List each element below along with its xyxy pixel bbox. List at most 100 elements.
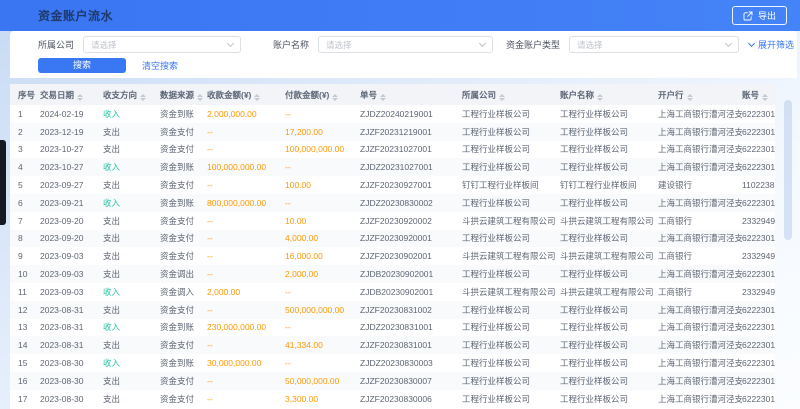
cell-bank: 上海工商银行漕河泾支行: [658, 105, 742, 123]
sort-asc-caret: [140, 94, 146, 97]
sort-desc-caret: [77, 98, 83, 101]
cell-date: 2023-09-03: [40, 265, 103, 283]
cell-account: 斗拱云建筑工程有限公司: [560, 247, 658, 265]
sort-desc-caret: [762, 98, 768, 101]
cell-company: 工程行业样板公司: [462, 123, 560, 141]
sort-asc-caret: [687, 94, 693, 97]
column-header-7[interactable]: 所属公司: [462, 84, 560, 105]
cell-receipt: 230,000,000.00: [207, 319, 285, 337]
filter-select-2[interactable]: 请选择: [569, 36, 739, 53]
sort-asc-caret: [77, 94, 83, 97]
column-header-1[interactable]: 交易日期: [40, 84, 103, 105]
cell-number: 622230111: [742, 319, 775, 337]
cell-no: 3: [10, 141, 40, 159]
cell-payment: --: [285, 319, 360, 337]
cell-no: 11: [10, 283, 40, 301]
search-button[interactable]: 搜索: [38, 58, 126, 73]
filter-group-1: 账户名称请选择: [273, 36, 493, 53]
cell-date: 2023-08-30: [40, 372, 103, 390]
table-row: 32023-10-27支出资金支付--100,000,000.00ZJZF202…: [10, 141, 775, 159]
filter-select-0[interactable]: 请选择: [83, 36, 241, 53]
cell-source: 资金调出: [160, 265, 207, 283]
cell-payment: 2,000.00: [285, 265, 360, 283]
cell-order: ZJDZ20231027001: [360, 158, 462, 176]
cell-date: 2023-09-03: [40, 283, 103, 301]
cell-payment: --: [285, 105, 360, 123]
cell-no: 14: [10, 336, 40, 354]
column-header-2[interactable]: 收支方向: [103, 84, 160, 105]
table-row: 92023-09-03支出资金支付--16,000.00ZJZF20230902…: [10, 247, 775, 265]
cell-company: 斗拱云建筑工程有限公司: [462, 212, 560, 230]
export-button[interactable]: 导出: [732, 6, 787, 25]
cell-receipt: --: [207, 390, 285, 408]
cell-account: 钉钉工程行业样板间: [560, 176, 658, 194]
cell-payment: --: [285, 354, 360, 372]
cell-no: 9: [10, 247, 40, 265]
cell-company: 工程行业样板公司: [462, 194, 560, 212]
sort-icon: [254, 94, 260, 101]
cell-account: 工程行业样板公司: [560, 354, 658, 372]
cell-no: 16: [10, 372, 40, 390]
cell-source: 资金支付: [160, 123, 207, 141]
cell-date: 2023-10-27: [40, 141, 103, 159]
sort-desc-caret: [332, 98, 338, 101]
cell-number: 233294994: [742, 212, 775, 230]
column-header-6[interactable]: 单号: [360, 84, 462, 105]
column-header-8[interactable]: 账户名称: [560, 84, 658, 105]
column-header-5[interactable]: 付款金额(¥): [285, 84, 360, 105]
cell-account: 工程行业样板公司: [560, 230, 658, 248]
filter-select-1[interactable]: 请选择: [318, 36, 493, 53]
cell-order: ZJDZ20230830002: [360, 194, 462, 212]
column-header-10[interactable]: 账号: [742, 84, 775, 105]
sort-asc-caret: [332, 94, 338, 97]
cell-order: ZJZF20230831002: [360, 301, 462, 319]
cell-date: 2023-09-21: [40, 194, 103, 212]
cell-date: 2023-08-31: [40, 319, 103, 337]
cell-source: 资金到账: [160, 354, 207, 372]
cell-account: 斗拱云建筑工程有限公司: [560, 212, 658, 230]
cell-bank: 建设银行: [658, 176, 742, 194]
cell-number: 622230111: [742, 372, 775, 390]
cell-receipt: --: [207, 265, 285, 283]
cell-source: 资金调入: [160, 283, 207, 301]
cell-date: 2023-08-31: [40, 301, 103, 319]
sort-desc-caret: [380, 98, 386, 101]
table-row: 152023-08-30收入资金到账30,000,000.00--ZJDZ202…: [10, 354, 775, 372]
filter-group-2: 资金账户类型请选择: [506, 36, 739, 53]
cell-date: 2023-09-27: [40, 176, 103, 194]
cell-no: 15: [10, 354, 40, 372]
cell-date: 2023-12-19: [40, 123, 103, 141]
sort-desc-caret: [687, 98, 693, 101]
column-header-3[interactable]: 数据来源: [160, 84, 207, 105]
column-header-4[interactable]: 收款金额(¥): [207, 84, 285, 105]
cell-direction: 支出: [103, 372, 160, 390]
cell-no: 2: [10, 123, 40, 141]
sort-asc-caret: [499, 94, 505, 97]
left-edge-strip: [0, 140, 6, 225]
cell-account: 工程行业样板公司: [560, 194, 658, 212]
expand-filters-link[interactable]: 展开筛选: [749, 38, 794, 51]
cell-receipt: --: [207, 123, 285, 141]
sort-asc-caret: [254, 94, 260, 97]
clear-search-link[interactable]: 清空搜索: [142, 59, 178, 72]
table-row: 12024-02-19收入资金到账2,000,000.00--ZJDZ20240…: [10, 105, 775, 123]
cell-source: 资金到账: [160, 158, 207, 176]
filter-label: 资金账户类型: [506, 38, 560, 51]
table-row: 72023-09-20支出资金支付--10.00ZJZF20230920002斗…: [10, 212, 775, 230]
scrollbar-thumb[interactable]: [784, 100, 792, 240]
cell-number: 622230111: [742, 354, 775, 372]
cell-number: 622230111: [742, 194, 775, 212]
cell-direction: 收入: [103, 354, 160, 372]
cell-order: ZJDZ20230831001: [360, 319, 462, 337]
select-placeholder: 请选择: [326, 39, 352, 51]
sort-asc-caret: [197, 94, 203, 97]
cell-no: 13: [10, 319, 40, 337]
column-header-0: 序号: [10, 84, 40, 105]
column-header-9[interactable]: 开户行: [658, 84, 742, 105]
flow-table: 序号交易日期收支方向数据来源收款金额(¥)付款金额(¥)单号所属公司账户名称开户…: [10, 84, 775, 408]
cell-receipt: --: [207, 336, 285, 354]
cell-company: 工程行业样板公司: [462, 141, 560, 159]
table-row: 52023-09-27支出资金支付--100.00ZJZF20230927001…: [10, 176, 775, 194]
cell-order: ZJZF20230920002: [360, 212, 462, 230]
sort-desc-caret: [499, 98, 505, 101]
